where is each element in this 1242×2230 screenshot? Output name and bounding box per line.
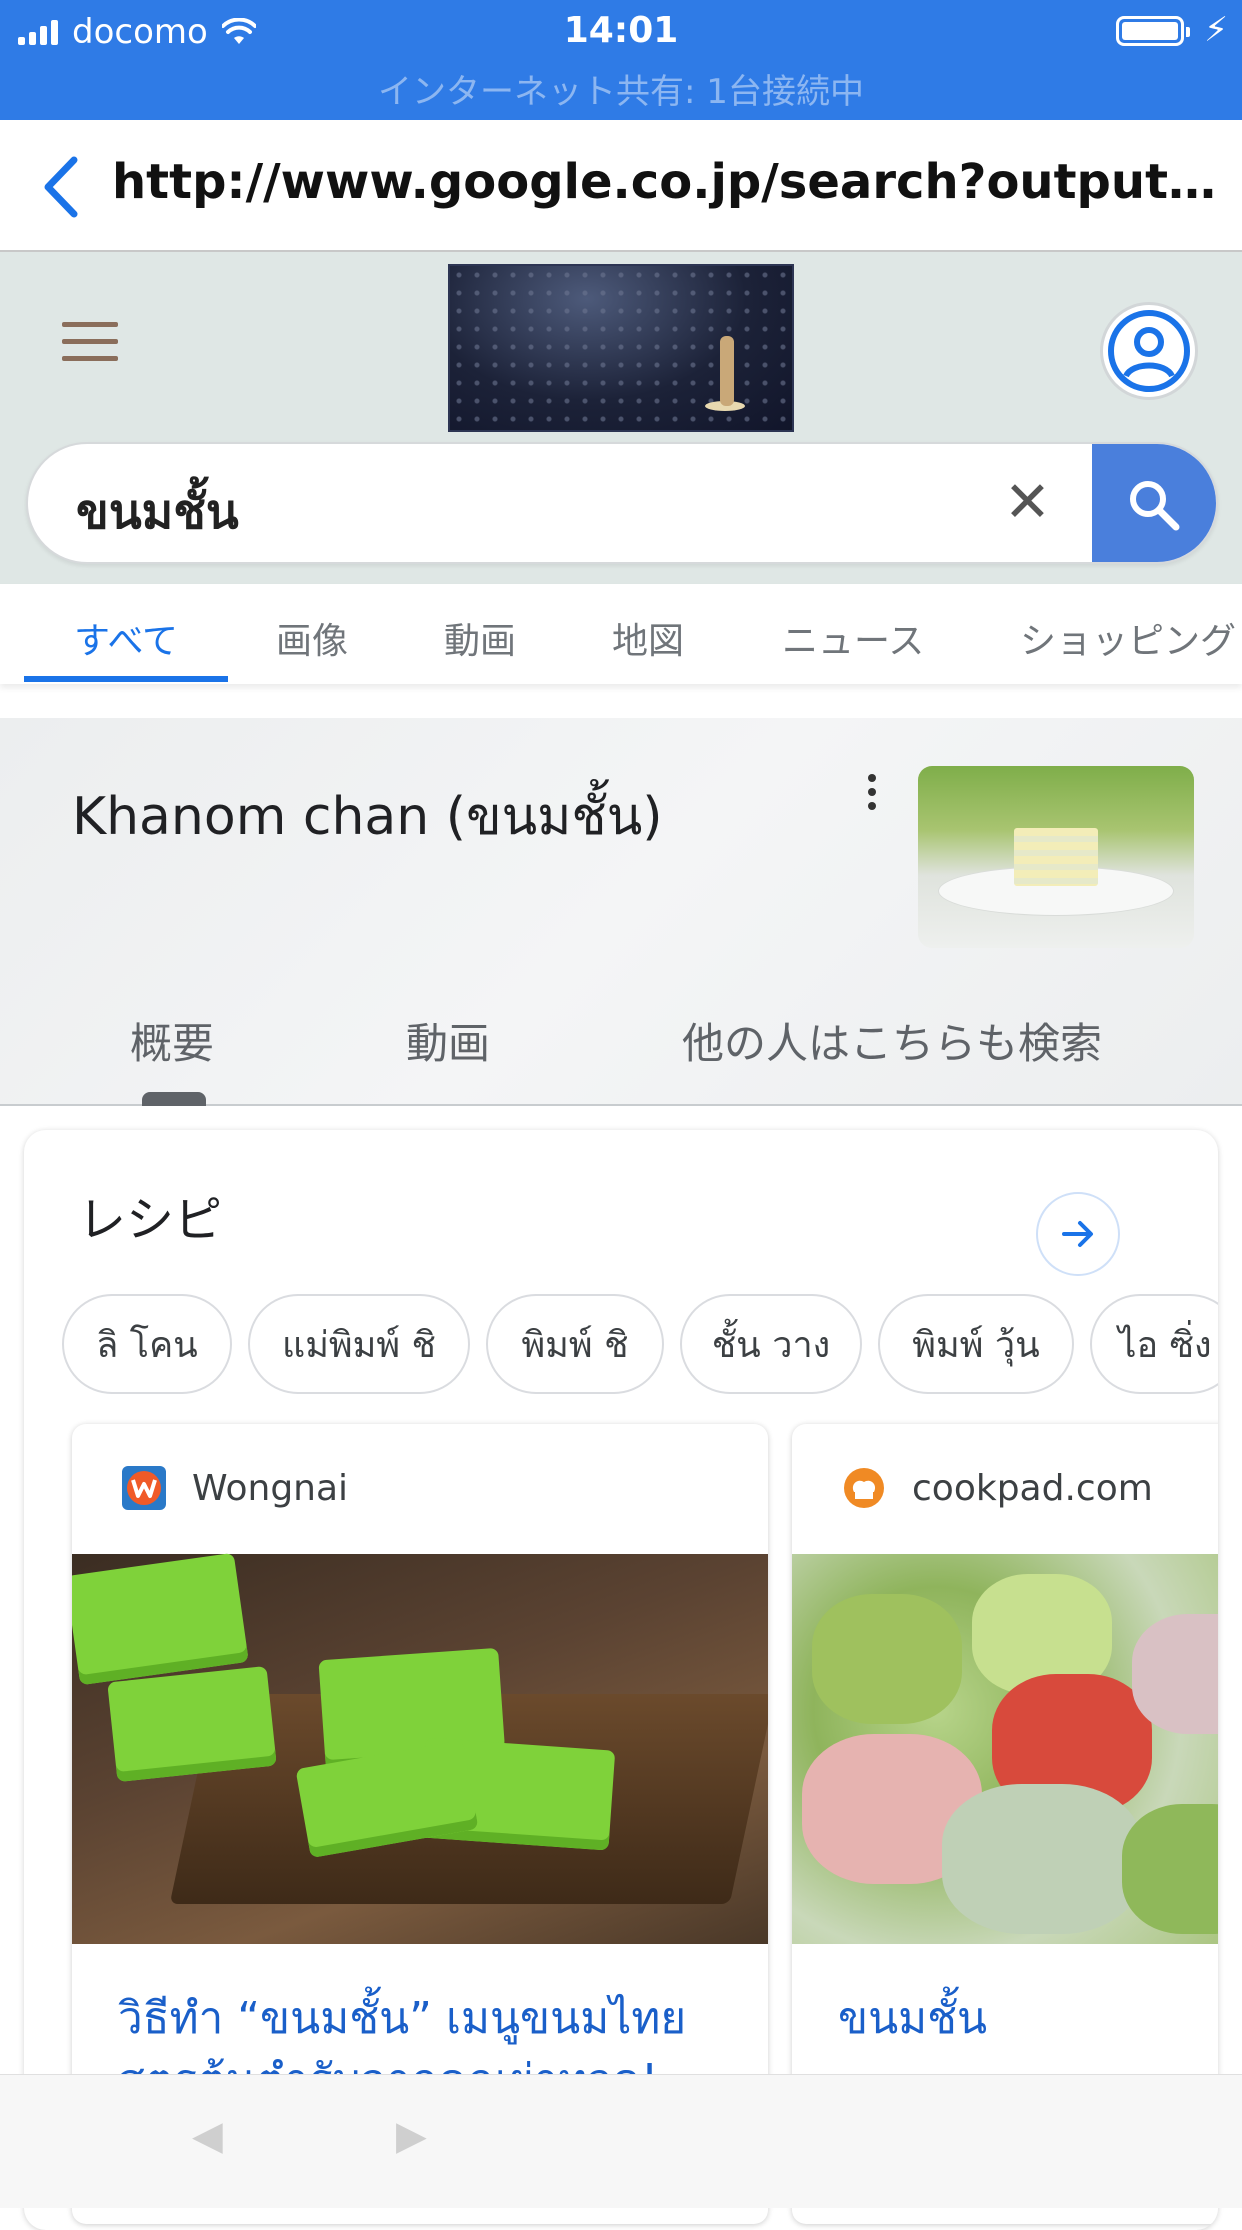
more-options-icon[interactable]	[868, 774, 882, 816]
clock: 14:01	[563, 10, 679, 51]
status-bar: docomo 14:01 ⚡ インターネット共有: 1台接続中	[0, 0, 1242, 120]
back-nav-icon[interactable]: ◀	[192, 2113, 223, 2159]
chip[interactable]: ชั้น วาง	[680, 1294, 862, 1394]
recipes-heading: レシピ	[78, 1192, 223, 1248]
battery-icon	[1116, 16, 1190, 46]
recipe-filter-chips: ลิ โคน แม่พิมพ์ ชิ พิมพ์ ชิ ชั้น วาง พิม…	[62, 1294, 1218, 1398]
tab-videos[interactable]: 動画	[444, 612, 516, 664]
back-icon[interactable]	[36, 152, 86, 222]
search-button[interactable]	[1092, 444, 1216, 562]
recipe-title[interactable]: ขนมชั้น	[838, 1988, 1218, 2050]
cookpad-logo-icon	[844, 1468, 884, 1508]
chip[interactable]: ไอ ซิ่ง	[1090, 1294, 1218, 1394]
source-name: Wongnai	[192, 1467, 349, 1509]
hamburger-menu-icon[interactable]	[62, 322, 118, 366]
recipe-source: Wongnai	[120, 1464, 348, 1512]
active-subtab-indicator	[142, 1092, 206, 1106]
entity-title: Khanom chan (ขนมชั้น)	[72, 787, 663, 847]
knowledge-panel-header: Khanom chan (ขนมชั้น) 概要 動画 他の人はこちらも検索	[0, 718, 1242, 1106]
browser-toolbar: ◀ ▶	[0, 2074, 1242, 2208]
wongnai-logo-icon	[122, 1466, 166, 1510]
url-text[interactable]: http://www.google.co.jp/search?output=&s…	[112, 154, 1222, 210]
url-bar: http://www.google.co.jp/search?output=&s…	[0, 120, 1242, 252]
recipe-source: cookpad.com	[840, 1464, 1153, 1512]
subtab-people-also-search[interactable]: 他の人はこちらも検索	[682, 1010, 1102, 1071]
search-input[interactable]: ขนมชั้น	[76, 474, 239, 550]
hotspot-status[interactable]: インターネット共有: 1台接続中	[0, 64, 1242, 113]
account-avatar-icon[interactable]	[1100, 302, 1198, 400]
arrow-right-icon[interactable]	[1036, 1192, 1120, 1276]
chip[interactable]: พิมพ์ วุ้น	[878, 1294, 1074, 1394]
chip[interactable]: แม่พิมพ์ ชิ	[248, 1294, 470, 1394]
subtab-videos[interactable]: 動画	[406, 1010, 490, 1071]
recipes-card: レシピ ลิ โคน แม่พิมพ์ ชิ พิมพ์ ชิ ชั้น วาง…	[24, 1130, 1218, 2230]
active-tab-indicator	[24, 676, 228, 682]
search-icon	[1130, 481, 1180, 531]
charging-icon: ⚡	[1204, 10, 1228, 50]
search-tabs: すべて 画像 動画 地図 ニュース ショッピング	[0, 584, 1242, 684]
google-doodle[interactable]	[448, 264, 794, 432]
google-header: ขนมชั้น ✕ すべて 画像 動画 地図 ニュース ショッピング	[0, 252, 1242, 684]
entity-thumbnail[interactable]	[918, 766, 1194, 948]
clear-icon[interactable]: ✕	[1004, 470, 1051, 535]
chip[interactable]: พิมพ์ ชิ	[486, 1294, 664, 1394]
tab-news[interactable]: ニュース	[782, 612, 924, 664]
forward-nav-icon[interactable]: ▶	[396, 2113, 427, 2159]
tab-maps[interactable]: 地図	[612, 612, 684, 664]
tab-all[interactable]: すべて	[74, 612, 178, 664]
recipe-image[interactable]	[792, 1554, 1218, 1944]
source-name: cookpad.com	[912, 1467, 1153, 1509]
recipe-image[interactable]	[72, 1552, 768, 1944]
chip[interactable]: ลิ โคน	[62, 1294, 232, 1394]
tab-shopping[interactable]: ショッピング	[1020, 612, 1236, 664]
subtab-overview[interactable]: 概要	[130, 1010, 214, 1071]
tab-images[interactable]: 画像	[276, 612, 348, 664]
search-box[interactable]: ขนมชั้น ✕	[26, 442, 1218, 564]
